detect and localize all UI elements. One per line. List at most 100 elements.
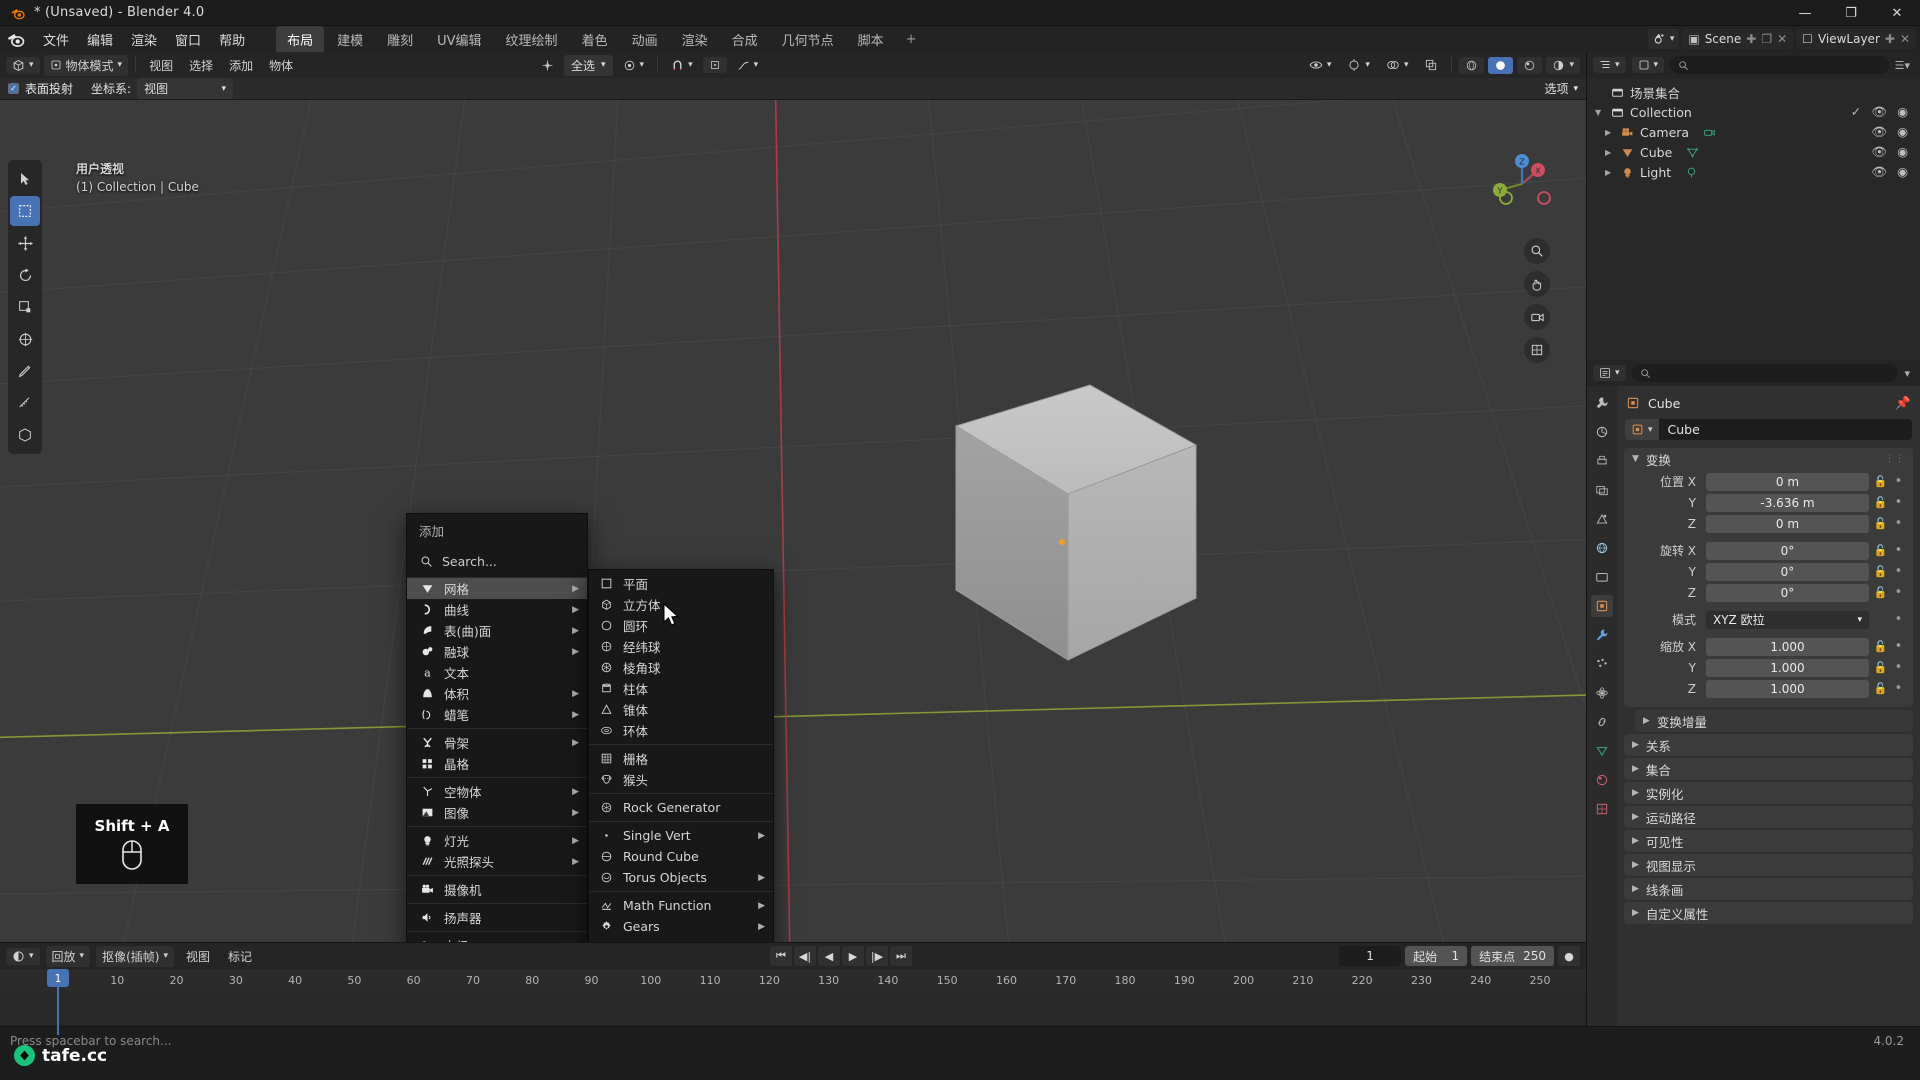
viewport-menu-add[interactable]: 添加 xyxy=(223,55,259,76)
tab-tool[interactable] xyxy=(1591,392,1613,414)
scale-y-field[interactable]: 1.000 xyxy=(1706,658,1869,677)
tab-object[interactable] xyxy=(1591,595,1613,617)
animate-dot-icon[interactable]: • xyxy=(1892,564,1905,579)
mesh-submenu[interactable]: 平面 立方体 圆环 经纬球 棱角球 柱体 锥体 环体 栅格 猴头 Rock Ge… xyxy=(588,569,774,942)
mesh-item-rock-generator[interactable]: Rock Generator xyxy=(589,797,773,818)
mesh-item-plane[interactable]: 平面 xyxy=(589,573,773,594)
add-menu-item-lattice[interactable]: 晶格 xyxy=(407,753,587,774)
camera-render-icon[interactable]: ◉ xyxy=(1897,124,1908,140)
add-menu-item-grease-pencil[interactable]: 蜡笔 ▶ xyxy=(407,704,587,725)
animate-dot-icon[interactable]: • xyxy=(1892,495,1905,510)
mesh-item-round-cube[interactable]: Round Cube xyxy=(589,846,773,867)
menu-window[interactable]: 窗口 xyxy=(166,27,210,52)
rotation-mode-dropdown[interactable]: XYZ 欧拉 ▾ xyxy=(1706,610,1869,629)
animate-dot-icon[interactable]: • xyxy=(1892,639,1905,654)
outliner-row-cube[interactable]: ▶ Cube 👁 ◉ xyxy=(1587,142,1920,162)
tool-rotate[interactable] xyxy=(10,260,40,290)
shading-solid[interactable] xyxy=(1488,56,1514,74)
properties-search-input[interactable] xyxy=(1631,364,1899,382)
lock-icon[interactable]: 🔓 xyxy=(1873,517,1888,530)
play-button[interactable]: ▶ xyxy=(842,946,864,966)
tool-measure[interactable] xyxy=(10,388,40,418)
prev-keyframe-button[interactable]: ◀| xyxy=(794,946,816,966)
shading-rendered[interactable]: ▾ xyxy=(1546,56,1580,74)
blender-menu-logo-icon[interactable] xyxy=(6,29,26,49)
add-menu-item-curve[interactable]: 曲线 ▶ xyxy=(407,599,587,620)
tab-render[interactable] xyxy=(1591,421,1613,443)
pan-view-icon[interactable] xyxy=(1524,271,1550,297)
lock-icon[interactable]: 🔓 xyxy=(1873,586,1888,599)
tool-transform[interactable] xyxy=(10,324,40,354)
disclosure-icon[interactable]: ▶ xyxy=(1605,148,1615,157)
mesh-item-cone[interactable]: 锥体 xyxy=(589,699,773,720)
next-keyframe-button[interactable]: |▶ xyxy=(866,946,888,966)
surface-project-checkbox[interactable]: ✓ xyxy=(8,83,19,94)
outliner-filter-icon[interactable]: ☰▾ xyxy=(1895,59,1914,72)
panel-line-art[interactable]: ▶ 线条画 xyxy=(1624,878,1913,900)
pin-icon[interactable]: 📌 xyxy=(1895,395,1911,411)
add-menu-item-metaball[interactable]: 融球 ▶ xyxy=(407,641,587,662)
light-data-icon[interactable] xyxy=(1685,166,1698,179)
menu-render[interactable]: 渲染 xyxy=(122,27,166,52)
jump-start-button[interactable]: ⏮ xyxy=(770,946,792,966)
tab-uv-editing[interactable]: UV编辑 xyxy=(426,26,492,53)
mesh-item-torus-objects[interactable]: Torus Objects ▶ xyxy=(589,867,773,888)
menu-help[interactable]: 帮助 xyxy=(210,27,254,52)
outliner-row-collection[interactable]: ▼ Collection ✓ 👁 ◉ xyxy=(1587,102,1920,122)
mesh-item-cube[interactable]: 立方体 xyxy=(589,594,773,615)
toggle-ortho-icon[interactable] xyxy=(1524,337,1550,363)
scene-icon-button[interactable]: ▾ xyxy=(1647,29,1680,49)
object-id-type-button[interactable]: ▾ xyxy=(1625,419,1659,440)
add-menu-item-surface[interactable]: 表(曲)面 ▶ xyxy=(407,620,587,641)
eye-icon[interactable]: 👁 xyxy=(1871,164,1887,180)
proportional-edit-toggle[interactable]: ▾ xyxy=(617,57,651,74)
add-menu-item-empty[interactable]: 空物体 ▶ xyxy=(407,781,587,802)
tab-data[interactable] xyxy=(1591,740,1613,762)
animate-dot-icon[interactable]: • xyxy=(1892,660,1905,675)
properties-options-icon[interactable]: ▾ xyxy=(1904,367,1914,380)
tab-view-layer[interactable] xyxy=(1591,479,1613,501)
tab-rendering[interactable]: 渲染 xyxy=(671,26,719,53)
camera-render-icon[interactable]: ◉ xyxy=(1897,144,1908,160)
tab-constraints[interactable] xyxy=(1591,711,1613,733)
add-menu-item-force-field[interactable]: 力场 ▶ xyxy=(407,935,587,942)
animate-dot-icon[interactable]: • xyxy=(1892,543,1905,558)
panel-visibility[interactable]: ▶ 可见性 xyxy=(1624,830,1913,852)
eye-icon[interactable]: 👁 xyxy=(1871,104,1887,120)
tab-layout[interactable]: 布局 xyxy=(276,25,325,53)
camera-data-icon[interactable] xyxy=(1703,126,1716,139)
lock-icon[interactable]: 🔓 xyxy=(1873,544,1888,557)
camera-view-icon[interactable] xyxy=(1524,304,1550,330)
minimize-button[interactable]: — xyxy=(1782,0,1828,26)
location-y-field[interactable]: -3.636 m xyxy=(1706,493,1869,512)
proportional-falloff-button[interactable]: ▾ xyxy=(731,57,765,74)
outliner-search-input[interactable] xyxy=(1670,56,1889,74)
delete-scene-icon[interactable]: ✕ xyxy=(1777,32,1787,46)
location-x-field[interactable]: 0 m xyxy=(1706,472,1869,491)
mesh-item-gears[interactable]: Gears ▶ xyxy=(589,916,773,937)
tab-scene[interactable] xyxy=(1591,508,1613,530)
add-menu-search[interactable]: Search... xyxy=(407,548,587,578)
animate-dot-icon[interactable]: • xyxy=(1892,474,1905,489)
tab-collection[interactable] xyxy=(1591,566,1613,588)
rotation-y-field[interactable]: 0° xyxy=(1706,562,1869,581)
eye-icon[interactable]: 👁 xyxy=(1871,144,1887,160)
tab-scripting[interactable]: 脚本 xyxy=(847,26,895,53)
disclosure-icon[interactable]: ▶ xyxy=(1605,128,1615,137)
tab-modeling[interactable]: 建模 xyxy=(326,26,374,53)
play-reverse-button[interactable]: ◀ xyxy=(818,946,840,966)
add-menu-item-armature[interactable]: 骨架 ▶ xyxy=(407,732,587,753)
panel-viewport-display[interactable]: ▶ 视图显示 xyxy=(1624,854,1913,876)
outliner-editor-type-button[interactable]: ▾ xyxy=(1593,57,1626,73)
animate-dot-icon[interactable]: • xyxy=(1892,612,1905,627)
copy-scene-icon[interactable]: ❐ xyxy=(1761,32,1772,46)
mesh-item-single-vert[interactable]: Single Vert ▶ xyxy=(589,825,773,846)
tab-output[interactable] xyxy=(1591,450,1613,472)
timeline-menu-keying[interactable]: 抠像(插帧) ▾ xyxy=(96,945,174,967)
snap-toggle[interactable]: ▾ xyxy=(665,57,699,74)
playhead-marker[interactable]: 1 xyxy=(47,969,69,987)
visibility-filter-button[interactable]: ▾ xyxy=(1303,56,1338,74)
auto-keying-button[interactable]: ● xyxy=(1558,946,1580,966)
rotation-z-field[interactable]: 0° xyxy=(1706,583,1869,602)
lock-icon[interactable]: 🔓 xyxy=(1873,682,1888,695)
